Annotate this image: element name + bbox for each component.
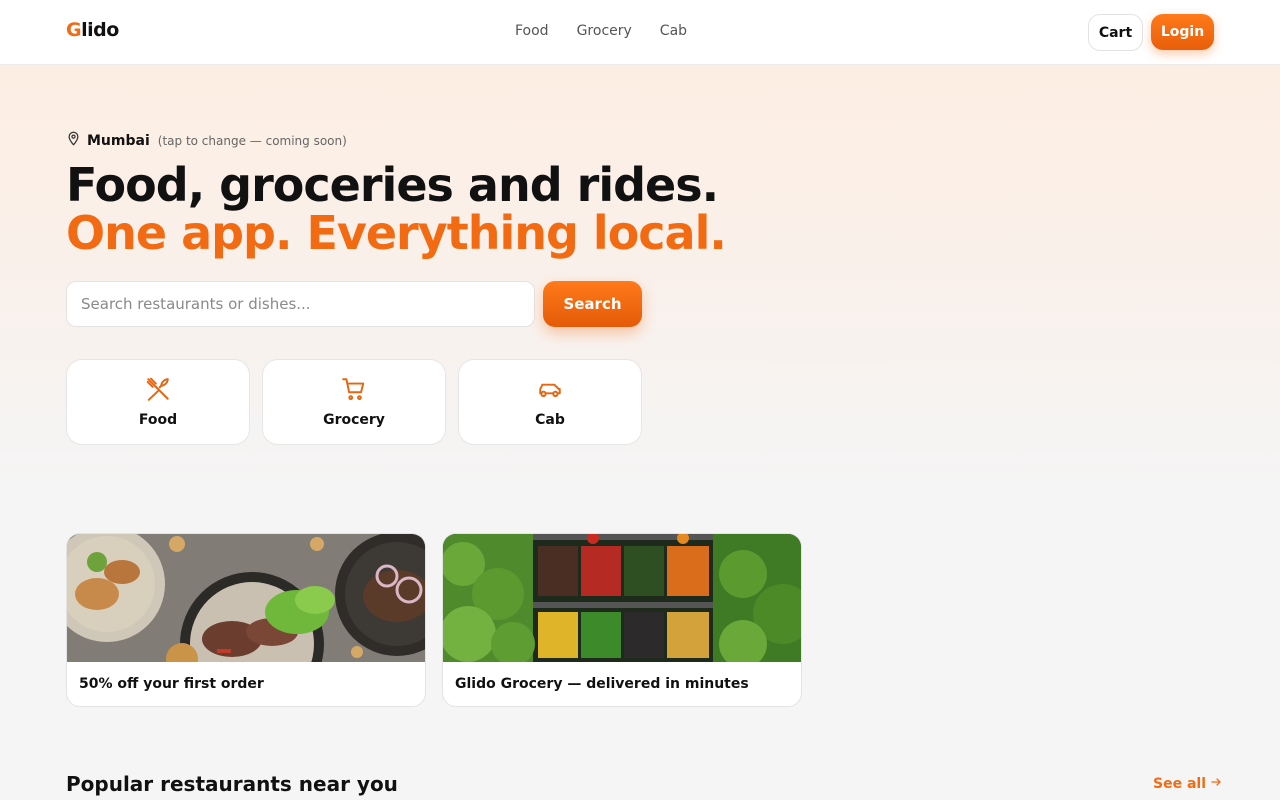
location-selector[interactable]: Mumbai (tap to change — coming soon) xyxy=(66,131,347,150)
food-plates-photo xyxy=(67,534,425,662)
hero-section: Mumbai (tap to change — coming soon) Foo… xyxy=(0,65,1280,485)
car-icon xyxy=(537,376,563,406)
category-label: Cab xyxy=(535,412,565,428)
location-city: Mumbai xyxy=(87,132,150,149)
see-all-link[interactable]: See all xyxy=(1153,776,1222,792)
map-pin-icon xyxy=(66,131,81,150)
category-cab[interactable]: Cab xyxy=(458,359,642,445)
fork-knife-icon xyxy=(145,376,171,406)
hero-headline: Food, groceries and rides. One app. Ever… xyxy=(66,158,727,260)
logo[interactable]: Glido xyxy=(66,19,119,41)
logo-text: lido xyxy=(81,19,119,41)
login-button[interactable]: Login xyxy=(1151,14,1214,50)
category-grocery[interactable]: Grocery xyxy=(262,359,446,445)
see-all-label: See all xyxy=(1153,776,1206,792)
category-food[interactable]: Food xyxy=(66,359,250,445)
popular-section-title: Popular restaurants near you xyxy=(66,772,398,796)
promo-caption: Glido Grocery — delivered in minutes xyxy=(455,676,749,692)
hero-line-2: One app. Everything local. xyxy=(66,206,727,260)
search-input[interactable] xyxy=(66,281,535,327)
nav-grocery[interactable]: Grocery xyxy=(577,23,632,39)
nav-cab[interactable]: Cab xyxy=(660,23,687,39)
top-header: Glido Food Grocery Cab Cart Login xyxy=(0,0,1280,65)
logo-mark: G xyxy=(66,19,82,41)
category-label: Food xyxy=(138,412,178,428)
arrow-right-icon xyxy=(1210,776,1222,792)
promo-caption: 50% off your first order xyxy=(79,676,264,692)
nav-food[interactable]: Food xyxy=(515,23,549,39)
cart-button[interactable]: Cart xyxy=(1088,14,1143,51)
location-hint: (tap to change — coming soon) xyxy=(157,133,347,148)
vegetable-shelf-photo xyxy=(443,534,801,662)
cart-icon xyxy=(341,376,367,406)
promo-card-grocery[interactable]: Glido Grocery — delivered in minutes xyxy=(442,533,802,707)
hero-line-1: Food, groceries and rides. xyxy=(66,158,719,212)
category-label: Grocery xyxy=(323,412,385,428)
main-nav: Food Grocery Cab xyxy=(515,23,687,39)
promo-card-first-order[interactable]: 50% off your first order xyxy=(66,533,426,707)
search-button[interactable]: Search xyxy=(543,281,642,327)
